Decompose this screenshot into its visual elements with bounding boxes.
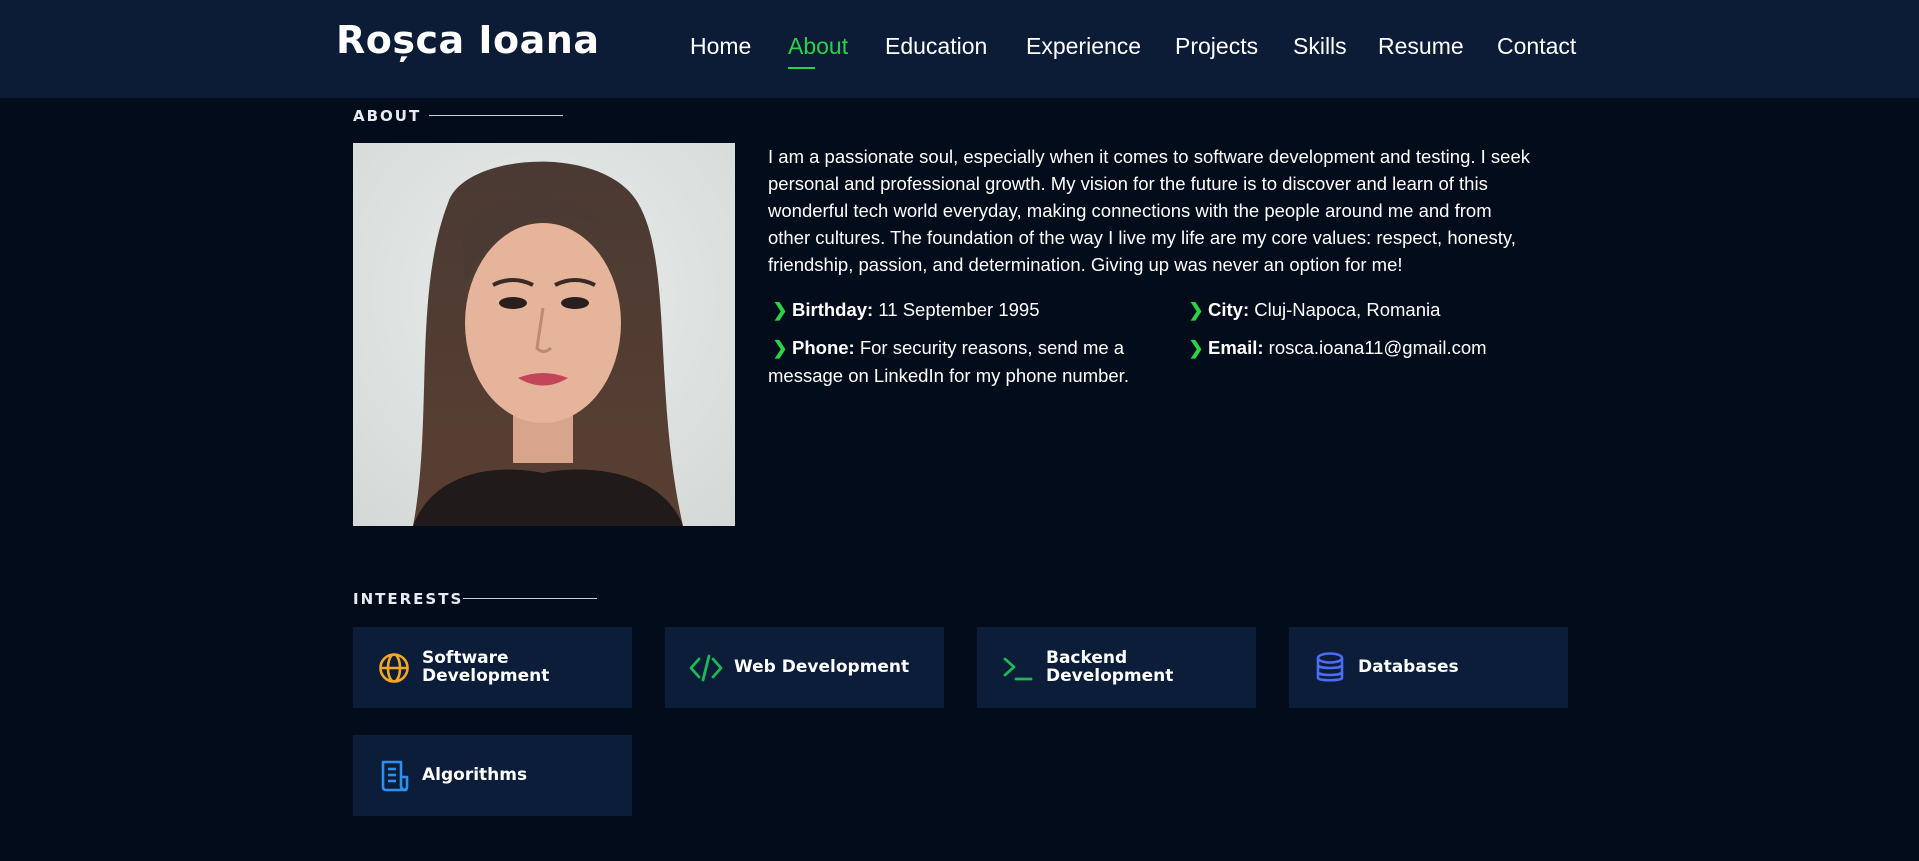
main-nav: Home About Education Experience Projects… — [0, 33, 1919, 73]
info-label: Email: — [1208, 337, 1264, 358]
site-header: Roșca Ioana Home About Education Experie… — [0, 0, 1919, 98]
chevron-right-icon: ❯ — [772, 338, 788, 358]
info-value[interactable]: rosca.ioana11@gmail.com — [1269, 337, 1487, 358]
chevron-right-icon: ❯ — [1188, 338, 1204, 358]
interest-card-software-development[interactable]: Software Development — [353, 627, 632, 708]
info-label: Birthday: — [792, 299, 874, 320]
info-email: ❯ Email: rosca.ioana11@gmail.com — [1184, 334, 1487, 362]
database-icon — [1316, 652, 1344, 682]
info-value: For security reasons, send me a — [859, 337, 1125, 358]
interest-label: Web Development — [734, 657, 910, 677]
nav-education[interactable]: Education — [885, 33, 987, 60]
interest-label: Algorithms — [422, 765, 528, 785]
bio-line: wonderful tech world everyday, making co… — [768, 200, 1492, 221]
nav-contact[interactable]: Contact — [1497, 33, 1576, 60]
nav-skills[interactable]: Skills — [1293, 33, 1347, 60]
nav-home[interactable]: Home — [690, 33, 751, 60]
bio-line: friendship, passion, and determination. … — [768, 254, 1403, 275]
interest-label-line: Development — [1046, 666, 1174, 686]
interest-label: Software Development — [422, 649, 549, 685]
about-title-divider — [429, 115, 563, 116]
nav-projects[interactable]: Projects — [1175, 33, 1258, 60]
about-section-title: ABOUT — [353, 107, 422, 125]
info-value: 11 September 1995 — [878, 299, 1040, 320]
nav-experience[interactable]: Experience — [1026, 33, 1141, 60]
code-icon — [689, 654, 723, 682]
terminal-icon — [1003, 657, 1033, 681]
info-value-continued: message on LinkedIn for my phone number. — [768, 365, 1129, 386]
info-value: Cluj-Napoca, Romania — [1254, 299, 1441, 320]
bio-line: personal and professional growth. My vis… — [768, 173, 1488, 194]
info-city: ❯ City: Cluj-Napoca, Romania — [1184, 296, 1440, 324]
interests-title-divider — [463, 598, 597, 599]
about-bio: I am a passionate soul, especially when … — [768, 143, 1568, 278]
info-label: City: — [1208, 299, 1250, 320]
bio-line: I am a passionate soul, especially when … — [768, 146, 1530, 167]
interest-card-backend-development[interactable]: Backend Development — [977, 627, 1256, 708]
globe-icon — [379, 653, 409, 683]
interests-section-title: INTERESTS — [353, 590, 464, 608]
interest-label-line: Software — [422, 648, 509, 668]
nav-resume[interactable]: Resume — [1378, 33, 1464, 60]
interest-label-line: Development — [422, 666, 550, 686]
interest-card-algorithms[interactable]: Algorithms — [353, 735, 632, 816]
info-label: Phone: — [792, 337, 855, 358]
chevron-right-icon: ❯ — [772, 300, 788, 320]
interest-label-line: Backend — [1046, 648, 1128, 668]
bio-line: other cultures. The foundation of the wa… — [768, 227, 1516, 248]
nav-about[interactable]: About — [788, 33, 848, 60]
interest-label: Backend Development — [1046, 649, 1173, 685]
chevron-right-icon: ❯ — [1188, 300, 1204, 320]
interest-card-web-development[interactable]: Web Development — [665, 627, 944, 708]
profile-photo — [353, 143, 735, 526]
document-icon — [381, 760, 409, 792]
info-phone: ❯ Phone: For security reasons, send me a … — [768, 334, 1168, 389]
interest-label: Databases — [1358, 657, 1459, 677]
interest-card-databases[interactable]: Databases — [1289, 627, 1568, 708]
active-nav-indicator — [788, 67, 815, 69]
info-birthday: ❯ Birthday: 11 September 1995 — [768, 296, 1039, 324]
